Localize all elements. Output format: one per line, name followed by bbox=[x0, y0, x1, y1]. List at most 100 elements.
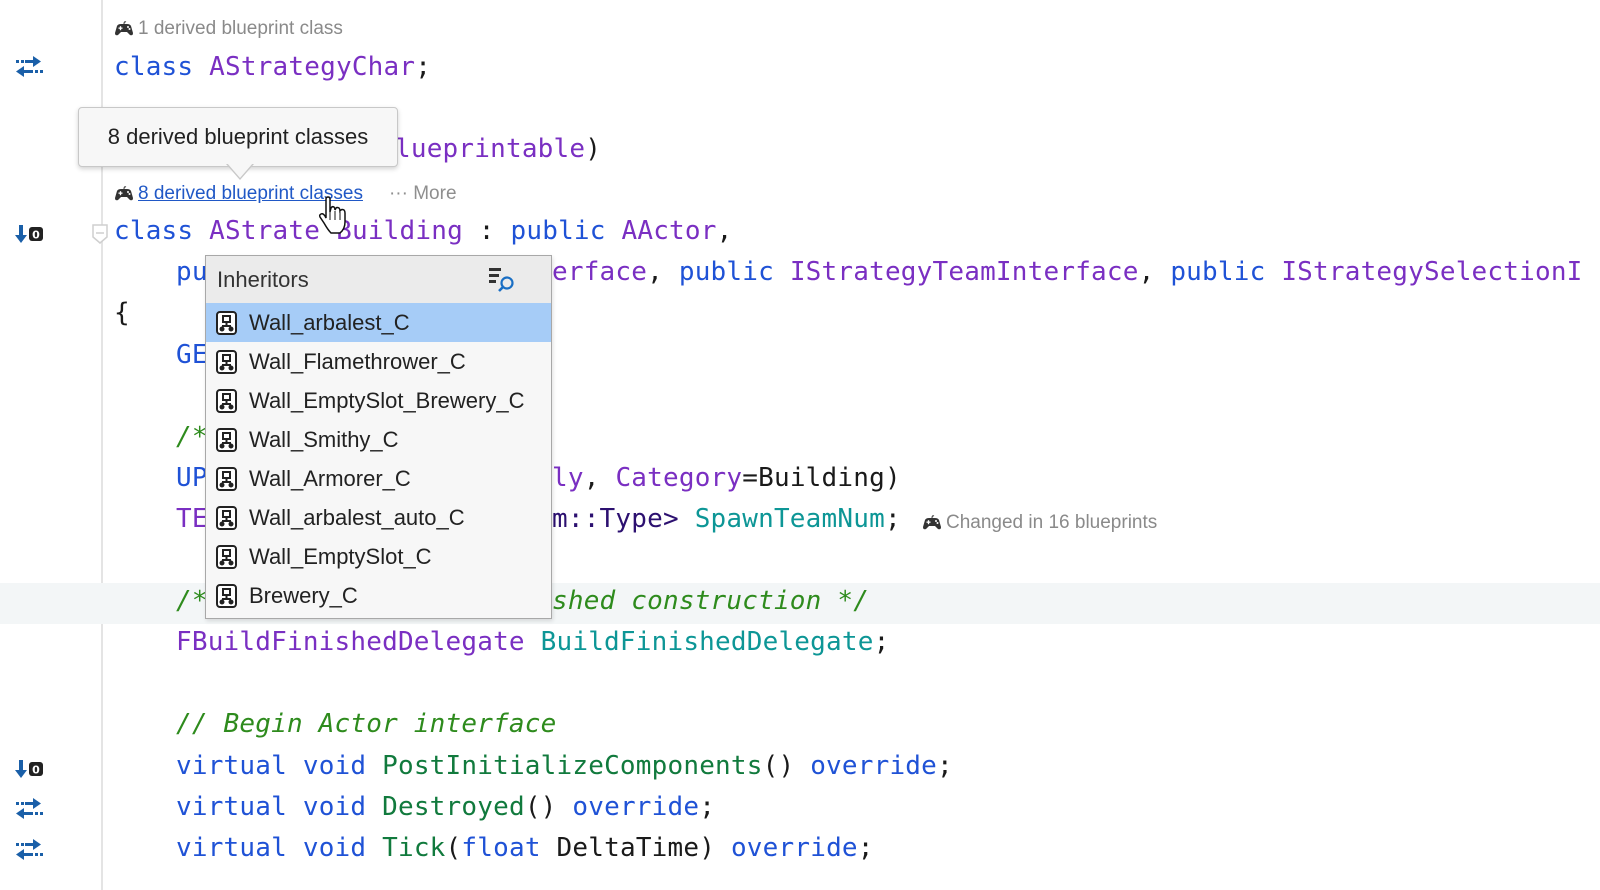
punctuation: ; bbox=[884, 504, 901, 534]
filter-search-icon[interactable] bbox=[487, 266, 517, 294]
code-line[interactable]: lueprintable) bbox=[395, 134, 601, 164]
punctuation: , bbox=[647, 257, 679, 287]
fold-toggle-icon[interactable] bbox=[92, 224, 108, 244]
derived-blueprints-hint[interactable]: 1 derived blueprint class bbox=[114, 18, 343, 40]
code-line[interactable]: { bbox=[114, 298, 130, 328]
blueprint-class-icon bbox=[216, 349, 237, 374]
inheritor-item[interactable]: Wall_Smithy_C bbox=[206, 420, 551, 459]
base-class: erface bbox=[552, 257, 648, 287]
punctuation: ; bbox=[937, 751, 953, 781]
function-name: PostInitializeComponents bbox=[382, 751, 763, 781]
changed-count-label: Changed in 16 blueprints bbox=[946, 512, 1158, 533]
value: Building bbox=[758, 463, 885, 493]
code-line[interactable]: erface, public IStrategyTeamInterface, p… bbox=[552, 257, 1583, 287]
tooltip: 8 derived blueprint classes bbox=[78, 107, 398, 167]
code-line[interactable]: virtual void PostInitializeComponents() … bbox=[176, 751, 953, 781]
specifier: ly bbox=[552, 463, 584, 493]
gamepad-icon bbox=[115, 21, 133, 36]
specifier: Category bbox=[615, 463, 743, 493]
derived-blueprints-hint: 8 derived blueprint classes ··· More bbox=[114, 183, 457, 205]
inheritor-item[interactable]: Brewery_C bbox=[206, 576, 551, 615]
changed-blueprints-hint[interactable]: Changed in 16 blueprints bbox=[922, 512, 1157, 534]
comment: /* bbox=[176, 422, 208, 452]
keyword: float bbox=[461, 833, 541, 863]
inheritors-list: Wall_arbalest_C Wall_Flamethrower_C Wall_E… bbox=[206, 303, 551, 615]
code-line[interactable]: ly, Category=Building) bbox=[552, 463, 901, 493]
keyword: class bbox=[114, 216, 194, 246]
keyword: virtual bbox=[176, 751, 287, 781]
macro: UP bbox=[176, 463, 208, 493]
code-line[interactable]: virtual void Destroyed() override; bbox=[176, 792, 715, 822]
more-label: More bbox=[413, 183, 457, 204]
class-name: AStrategyChar bbox=[209, 52, 416, 82]
inheritor-item[interactable]: Wall_arbalest_C bbox=[206, 303, 551, 342]
punctuation: , bbox=[583, 463, 616, 493]
base-class: AActor bbox=[621, 216, 717, 246]
punctuation: , bbox=[1138, 257, 1171, 287]
punctuation: = bbox=[742, 463, 759, 493]
punctuation: ) bbox=[585, 134, 602, 164]
punctuation: ; bbox=[873, 627, 890, 657]
code-line[interactable]: pu bbox=[176, 257, 208, 287]
inheritor-label: Wall_Flamethrower_C bbox=[249, 348, 466, 374]
function-name: Destroyed bbox=[382, 792, 525, 822]
code-line[interactable]: virtual void Tick(float DeltaTime) overr… bbox=[176, 833, 874, 863]
code-line[interactable]: /* bbox=[176, 586, 208, 616]
blueprint-class-icon bbox=[216, 466, 237, 491]
keyword: void bbox=[302, 792, 367, 822]
punctuation: ; bbox=[415, 52, 432, 82]
inheritor-label: Wall_arbalest_auto_C bbox=[249, 504, 465, 530]
code-line[interactable]: UP bbox=[176, 463, 208, 493]
punctuation: () bbox=[524, 792, 557, 822]
inheritor-label: Wall_EmptySlot_Brewery_C bbox=[249, 387, 525, 413]
svg-text:0: 0 bbox=[32, 229, 40, 242]
implements-navigation-icon[interactable] bbox=[14, 56, 44, 78]
code-line[interactable]: class AStrate Building : public AActor, bbox=[114, 216, 732, 246]
code-line[interactable]: // Begin Actor interface bbox=[176, 709, 556, 739]
implements-navigation-icon[interactable] bbox=[14, 798, 44, 820]
implements-navigation-icon[interactable] bbox=[14, 839, 44, 861]
code-line[interactable]: class AStrategyChar; bbox=[114, 52, 431, 82]
code-line[interactable]: GE bbox=[176, 340, 208, 370]
inheritor-label: Brewery_C bbox=[249, 582, 358, 608]
blueprint-class-icon bbox=[216, 427, 237, 452]
base-class: IStrategyTeamInterface bbox=[789, 257, 1139, 287]
punctuation: ) bbox=[699, 833, 716, 863]
derived-count-label: 1 derived blueprint class bbox=[138, 18, 343, 39]
inheritor-item[interactable]: Wall_EmptySlot_Brewery_C bbox=[206, 381, 551, 420]
blueprint-class-icon bbox=[216, 505, 237, 530]
svg-text:0: 0 bbox=[32, 764, 40, 777]
punctuation: ) bbox=[884, 463, 901, 493]
code-line[interactable]: TE bbox=[176, 504, 208, 534]
punctuation: () bbox=[762, 751, 795, 781]
inheritor-item[interactable]: Wall_EmptySlot_C bbox=[206, 537, 551, 576]
inheritor-label: Wall_EmptySlot_C bbox=[249, 543, 432, 569]
base-class: IStrategySelectionI bbox=[1281, 257, 1583, 287]
comment: shed construction */ bbox=[552, 586, 870, 616]
more-button[interactable]: ··· More bbox=[389, 183, 457, 205]
parameter: DeltaTime bbox=[556, 833, 700, 863]
macro: GE bbox=[176, 340, 208, 370]
field-name: BuildFinishedDelegate bbox=[540, 627, 874, 657]
code-line[interactable]: m::Type> SpawnTeamNum; bbox=[552, 504, 901, 534]
inheritor-item[interactable]: Wall_Armorer_C bbox=[206, 459, 551, 498]
function-name: Tick bbox=[382, 833, 446, 863]
comment: /* bbox=[176, 586, 208, 616]
code-line[interactable]: FBuildFinishedDelegate BuildFinishedDele… bbox=[176, 627, 889, 657]
punctuation: ; bbox=[699, 792, 716, 822]
inheritor-item[interactable]: Wall_arbalest_auto_C bbox=[206, 498, 551, 537]
inheritor-label: Wall_Armorer_C bbox=[249, 465, 411, 491]
inheritor-item[interactable]: Wall_Flamethrower_C bbox=[206, 342, 551, 381]
code-line[interactable]: shed construction */ bbox=[552, 586, 869, 616]
keyword: virtual bbox=[176, 833, 287, 863]
blueprint-class-icon bbox=[216, 583, 237, 608]
inheritor-label: Wall_Smithy_C bbox=[249, 426, 399, 452]
blueprint-class-icon bbox=[216, 388, 237, 413]
punctuation: , bbox=[716, 216, 733, 246]
type: m::Type> bbox=[552, 504, 679, 534]
brace: { bbox=[114, 298, 130, 328]
keyword: public bbox=[510, 216, 606, 246]
overridden-navigation-icon[interactable]: 0 bbox=[14, 758, 44, 780]
overridden-navigation-icon[interactable]: 0 bbox=[14, 223, 44, 245]
code-line[interactable]: /* bbox=[176, 422, 208, 452]
